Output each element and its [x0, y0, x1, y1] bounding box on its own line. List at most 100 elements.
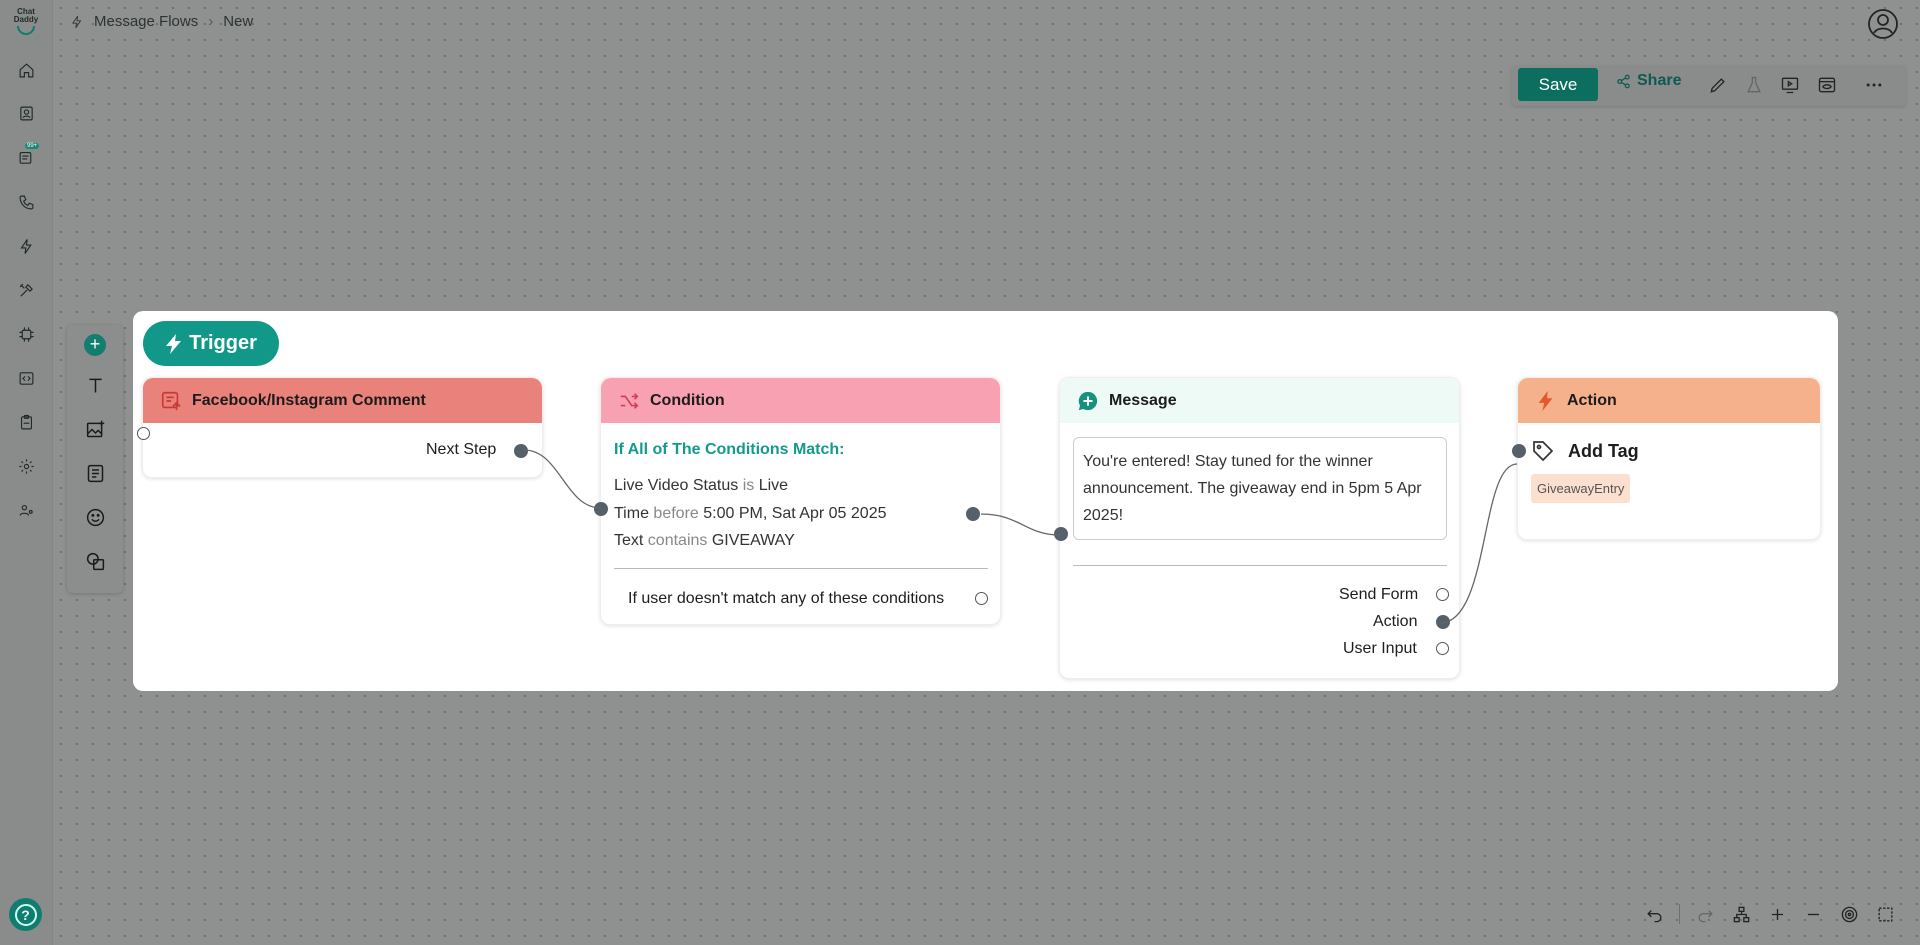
- trigger-pill[interactable]: Trigger: [143, 321, 279, 366]
- condition-divider: [614, 568, 988, 569]
- help-button[interactable]: ?: [9, 898, 42, 931]
- rule-operator: before: [653, 505, 699, 522]
- breadcrumb-parent[interactable]: Message Flows: [94, 13, 198, 30]
- user-input-port[interactable]: [1436, 642, 1449, 655]
- zoom-in-icon[interactable]: [1766, 903, 1788, 925]
- condition-heading: If All of The Conditions Match:: [614, 441, 845, 458]
- condition-node[interactable]: Condition If All of The Conditions Match…: [594, 377, 1001, 625]
- add-tag-title: Add Tag: [1568, 441, 1639, 461]
- share-label: Share: [1637, 72, 1682, 89]
- shapes-block-icon[interactable]: [83, 549, 107, 573]
- integrations-chip-icon[interactable]: [15, 323, 37, 345]
- image-block-icon[interactable]: [83, 417, 107, 441]
- team-icon[interactable]: [15, 499, 37, 521]
- edit-pencil-icon[interactable]: [1708, 75, 1728, 95]
- message-node-title: Message: [1109, 391, 1177, 409]
- send-form-label: Send Form: [1339, 586, 1419, 603]
- phone-icon[interactable]: [15, 191, 37, 213]
- inbox-badge: 99+: [25, 143, 40, 149]
- tag-chip[interactable]: GiveawayEntry: [1531, 474, 1631, 503]
- zoom-out-icon[interactable]: [1802, 903, 1824, 925]
- condition-node-header: Condition: [601, 378, 1000, 423]
- text-block-icon[interactable]: [83, 373, 107, 397]
- flow-board: Trigger Facebook/Instagram Comment Next …: [133, 311, 1838, 691]
- condition-split-icon: [620, 392, 639, 409]
- flow-toolbar: Save Share: [1512, 66, 1906, 106]
- comment-node-title: Facebook/Instagram Comment: [192, 391, 426, 409]
- condition-rule[interactable]: Live Video Status is Live: [614, 477, 788, 495]
- emoji-block-icon[interactable]: [83, 505, 107, 529]
- action-node-title: Action: [1567, 391, 1617, 409]
- add-block-icon[interactable]: +: [84, 334, 106, 356]
- action-lightning-icon: [1538, 390, 1553, 411]
- message-bubble-icon: [1078, 391, 1098, 410]
- comment-input-port[interactable]: [137, 427, 150, 440]
- rule-value: 5:00 PM, Sat Apr 05 2025: [703, 505, 887, 522]
- rule-field: Text: [614, 532, 644, 549]
- rule-field: Live Video Status: [614, 477, 739, 494]
- trigger-label: Trigger: [189, 332, 257, 354]
- condition-fallback-port[interactable]: [975, 592, 988, 605]
- trigger-lightning-icon: [166, 333, 182, 354]
- tools-icon[interactable]: [15, 279, 37, 301]
- form-block-icon[interactable]: [83, 461, 107, 485]
- code-icon[interactable]: [15, 367, 37, 389]
- action-output-port[interactable]: [1436, 615, 1450, 629]
- rule-operator: is: [742, 477, 755, 494]
- action-node[interactable]: Action Add Tag GiveawayEntry: [1512, 377, 1821, 540]
- select-area-icon[interactable]: [1874, 903, 1896, 925]
- canvas-controls: [1643, 900, 1896, 928]
- rule-value: GIVEAWAY: [711, 532, 795, 549]
- action-output-label: Action: [1373, 613, 1418, 630]
- next-step-label: Next Step: [426, 441, 497, 458]
- lightning-icon: [72, 15, 82, 28]
- user-input-label: User Input: [1343, 640, 1417, 657]
- rule-operator: contains: [647, 532, 708, 549]
- settings-gear-icon[interactable]: [15, 455, 37, 477]
- help-icon: ?: [14, 903, 37, 926]
- comment-trigger-node[interactable]: Facebook/Instagram Comment Next Step: [137, 377, 543, 478]
- block-palette: +: [67, 325, 123, 593]
- breadcrumb: Message Flows › New: [70, 13, 253, 30]
- action-input-port[interactable]: [1512, 444, 1526, 458]
- message-text-box[interactable]: You're entered! Stay tuned for the winne…: [1073, 437, 1447, 540]
- rule-field: Time: [614, 505, 649, 522]
- inbox-icon[interactable]: 99+: [15, 143, 40, 168]
- send-form-port[interactable]: [1436, 588, 1449, 601]
- flows-lightning-icon[interactable]: [15, 235, 37, 257]
- app-logo[interactable]: Chat Daddy: [11, 8, 41, 38]
- fit-view-icon[interactable]: [1838, 903, 1860, 925]
- preview-screen-icon[interactable]: [1780, 75, 1800, 95]
- home-icon[interactable]: [15, 59, 37, 81]
- tag-icon: [1533, 441, 1554, 462]
- condition-node-title: Condition: [650, 391, 725, 409]
- user-avatar-icon[interactable]: [1867, 8, 1899, 40]
- contacts-icon[interactable]: [15, 102, 37, 124]
- more-menu-icon[interactable]: [1864, 75, 1884, 95]
- share-button[interactable]: Share: [1616, 72, 1681, 90]
- rule-value: Live: [758, 477, 789, 494]
- message-node-header: Message: [1060, 378, 1459, 423]
- test-flask-icon[interactable]: [1744, 75, 1764, 95]
- message-divider: [1073, 565, 1447, 566]
- controls-separator: [1679, 904, 1680, 924]
- undo-icon[interactable]: [1643, 903, 1665, 925]
- share-icon: [1617, 74, 1630, 88]
- logo-text-bottom: Daddy: [13, 15, 39, 24]
- left-sidebar: Chat Daddy 99+ ?: [0, 0, 53, 945]
- clipboard-icon[interactable]: [15, 411, 37, 433]
- condition-input-port[interactable]: [594, 502, 608, 516]
- condition-fallback-label: If user doesn't match any of these condi…: [628, 590, 945, 607]
- condition-rule[interactable]: Time before 5:00 PM, Sat Apr 05 2025: [614, 505, 886, 523]
- auto-layout-icon[interactable]: [1730, 903, 1752, 925]
- save-button[interactable]: Save: [1518, 68, 1598, 101]
- view-eye-icon[interactable]: [1817, 75, 1837, 95]
- next-step-port[interactable]: [514, 444, 528, 458]
- comment-reply-icon: [161, 391, 181, 410]
- message-node[interactable]: Message You're entered! Stay tuned for t…: [1054, 377, 1460, 679]
- redo-icon[interactable]: [1694, 903, 1716, 925]
- message-input-port[interactable]: [1054, 527, 1068, 541]
- breadcrumb-current: New: [223, 13, 254, 30]
- condition-match-port[interactable]: [966, 507, 980, 521]
- condition-rule[interactable]: Text contains GIVEAWAY: [614, 532, 795, 550]
